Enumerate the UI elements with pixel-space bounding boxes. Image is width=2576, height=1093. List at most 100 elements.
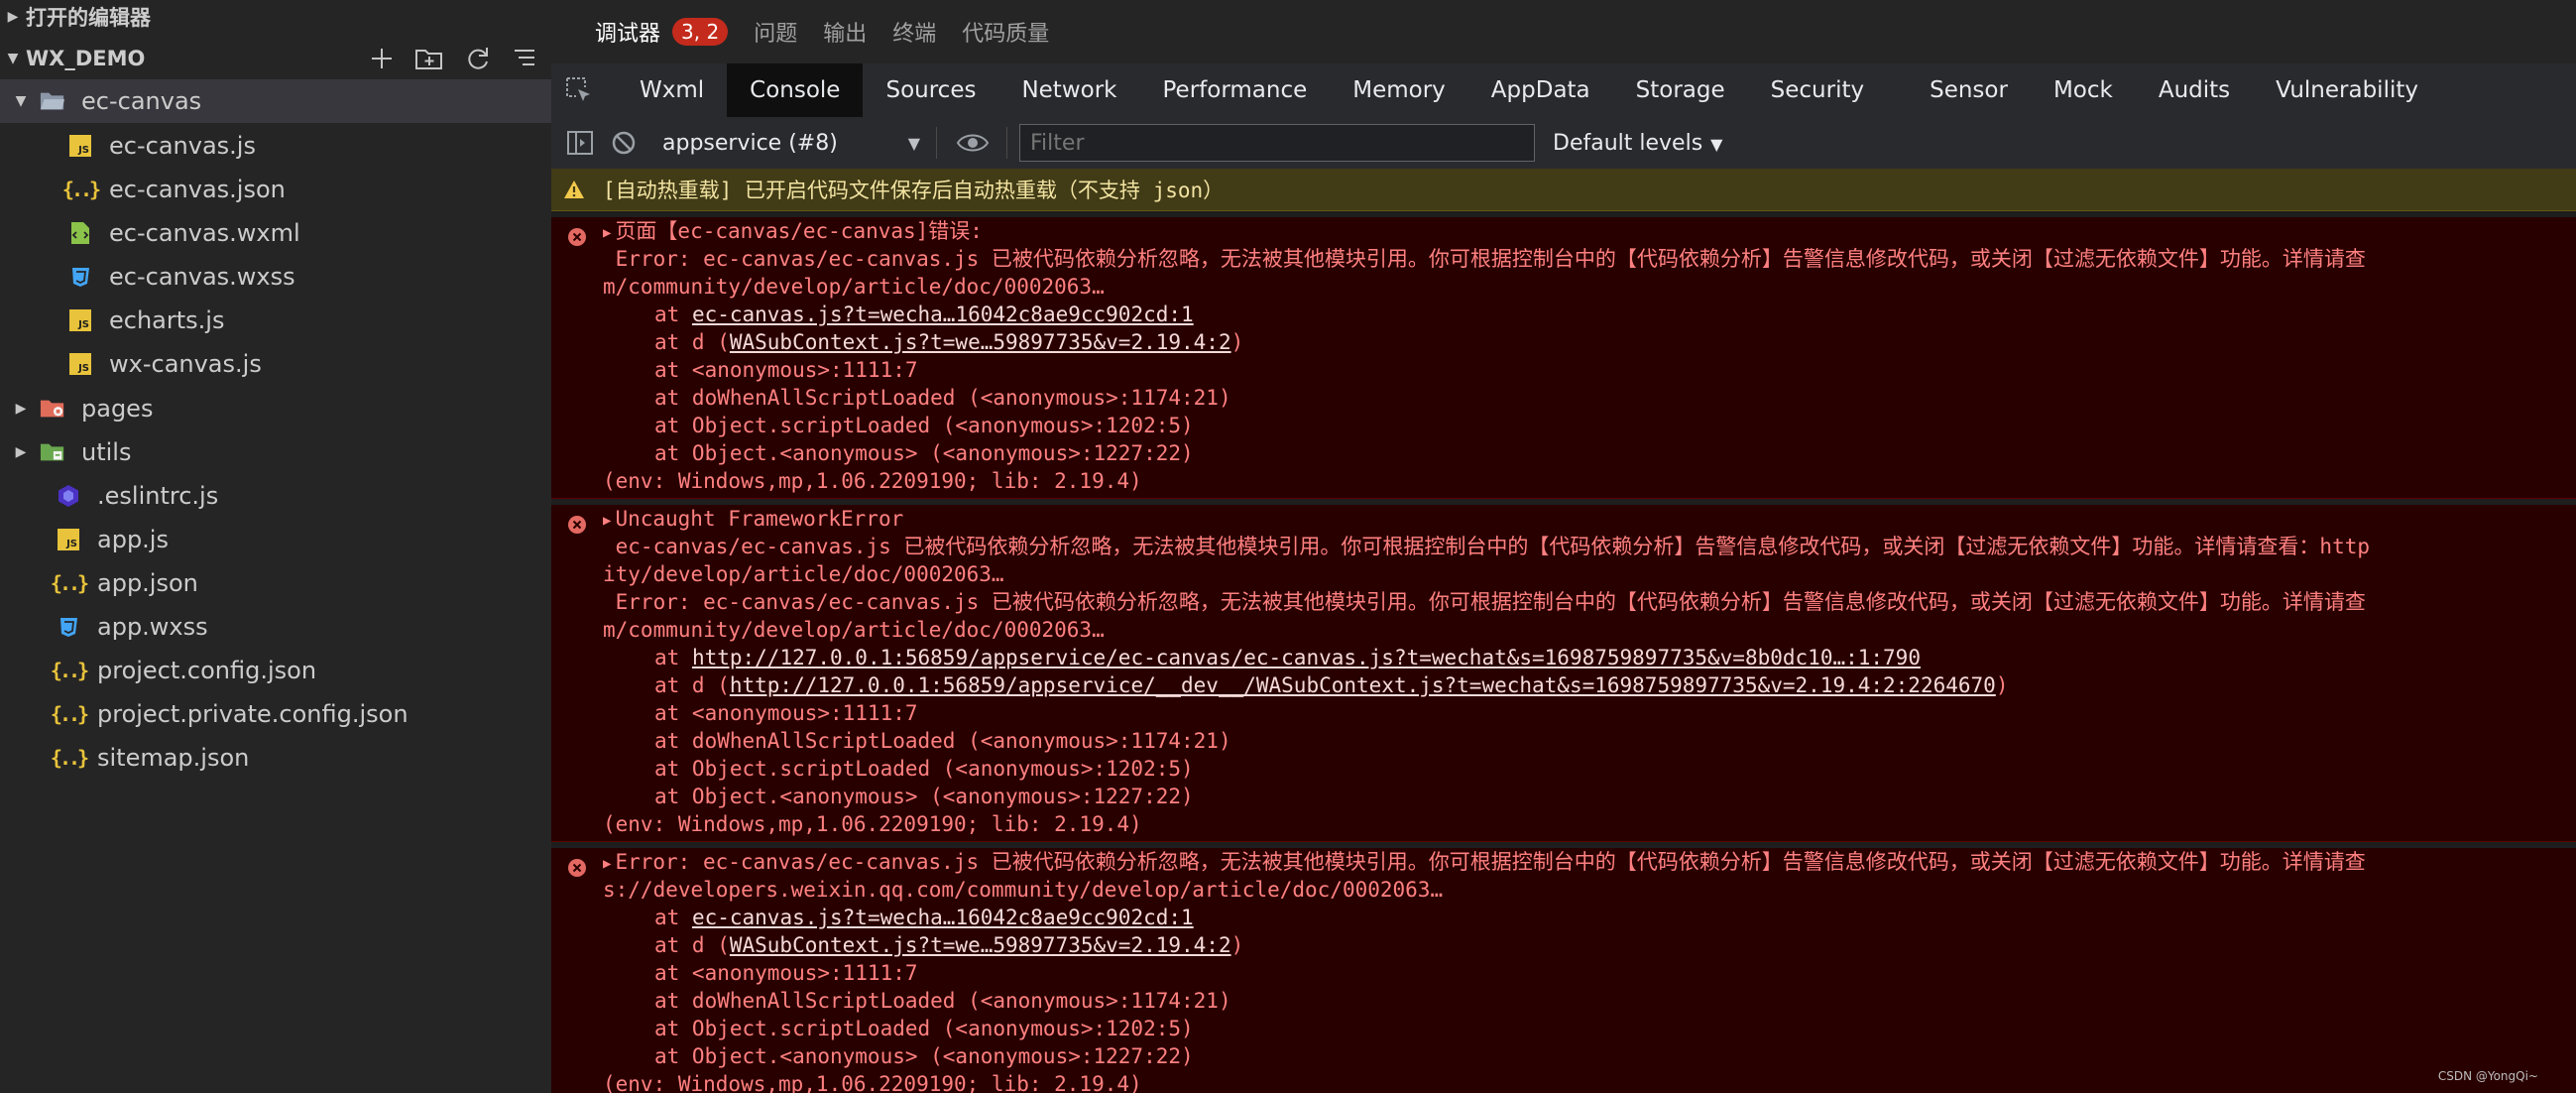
stack-frame: at doWhenAllScriptLoaded (<anonymous>:11… <box>551 727 2576 755</box>
filter-input[interactable] <box>1019 124 1535 162</box>
tab-output[interactable]: 输出 <box>823 16 867 48</box>
open-editors-header[interactable]: ▶ 打开的编辑器 <box>0 0 551 34</box>
tab-sources[interactable]: Sources <box>863 63 998 117</box>
tree-item[interactable]: {..} project.private.config.json <box>0 692 551 736</box>
stack-frame-link[interactable]: ec-canvas.js?t=wecha…16042c8ae9cc902cd:1 <box>692 303 1194 326</box>
tab-storage[interactable]: Storage <box>1613 63 1748 117</box>
error-message-line: ec-canvas/ec-canvas.js 已被代码依赖分析忽略，无法被其他模… <box>603 535 2370 558</box>
error-message-line: ity/develop/article/doc/0002063… <box>603 562 1004 586</box>
stack-frame-text: at <anonymous>:1111:7 <box>654 358 918 382</box>
env-info: (env: Windows,mp,1.06.2209190; lib: 2.19… <box>603 469 1142 493</box>
open-editors-label: 打开的编辑器 <box>26 6 151 30</box>
stack-frame-link[interactable]: http://127.0.0.1:56859/appservice/ec-can… <box>692 646 1921 669</box>
console-output[interactable]: [自动热重载] 已开启代码文件保存后自动热重载（不支持 json） ▶ 页面【ec… <box>551 169 2576 1093</box>
tree-item[interactable]: JS app.js <box>0 518 551 561</box>
error-message-line: m/community/develop/article/doc/0002063… <box>603 618 1105 642</box>
stack-frame: at Object.<anonymous> (<anonymous>:1227:… <box>551 1042 2576 1070</box>
eslint-file-icon <box>56 483 81 509</box>
utils-folder-icon <box>40 439 65 465</box>
chevron-down-icon: ▼ <box>7 51 19 66</box>
stack-frame-text: at d ( <box>654 330 730 354</box>
tree-item[interactable]: ec-canvas.wxss <box>0 255 551 299</box>
tab-mock[interactable]: Mock <box>2031 63 2136 117</box>
tab-network[interactable]: Network <box>998 63 1139 117</box>
stack-frame: at Object.<anonymous> (<anonymous>:1227:… <box>551 439 2576 467</box>
explorer-sidebar: ▶ 打开的编辑器 ▼ WX_DEMO ▼ ec-canvas JS ec-canvas… <box>0 0 551 1093</box>
stack-frame-text: at doWhenAllScriptLoaded (<anonymous>:11… <box>654 729 1231 753</box>
new-file-icon[interactable] <box>369 46 395 71</box>
tree-item[interactable]: JS ec-canvas.js <box>0 124 551 168</box>
stack-frame: at <anonymous>:1111:7 <box>551 959 2576 987</box>
tree-item[interactable]: ▼ ec-canvas <box>0 79 551 123</box>
toolbar-divider <box>1006 127 1007 159</box>
stack-frame-text: at <anonymous>:1111:7 <box>654 961 918 985</box>
new-folder-icon[interactable] <box>414 46 444 71</box>
inspect-element-icon[interactable] <box>551 63 607 117</box>
stack-frame-text: at d ( <box>654 673 730 697</box>
stack-frame-text: at Object.<anonymous> (<anonymous>:1227:… <box>654 1044 1194 1068</box>
tab-terminal[interactable]: 终端 <box>892 16 936 48</box>
console-error-message: ▶ Error: ec-canvas/ec-canvas.js 已被代码依赖分析忽… <box>551 848 2576 1093</box>
tree-item[interactable]: ec-canvas.wxml <box>0 211 551 255</box>
refresh-icon[interactable] <box>464 45 492 72</box>
json-file-icon: {..} <box>50 746 89 770</box>
tab-security[interactable]: Security <box>1748 63 1887 117</box>
tree-item[interactable]: {..} sitemap.json <box>0 736 551 780</box>
json-file-icon: {..} <box>50 702 89 726</box>
log-levels-dropdown[interactable]: Default levels ▼ <box>1553 131 1722 156</box>
tab-vulnerability[interactable]: Vulnerability <box>2253 63 2441 117</box>
tab-code-quality[interactable]: 代码质量 <box>962 16 1049 48</box>
stack-frame: at Object.scriptLoaded (<anonymous>:1202… <box>551 412 2576 439</box>
tree-item[interactable]: {..} app.json <box>0 561 551 605</box>
tree-item[interactable]: ▶ utils <box>0 430 551 474</box>
tab-problems[interactable]: 问题 <box>754 16 797 48</box>
expand-triangle-icon[interactable]: ▶ <box>603 856 611 872</box>
error-header[interactable]: ▶ 页面【ec-canvas/ec-canvas]错误: <box>551 217 2576 245</box>
tab-performance[interactable]: Performance <box>1140 63 1331 117</box>
tree-item[interactable]: {..} project.config.json <box>0 649 551 692</box>
tree-item-label: project.config.json <box>97 657 317 684</box>
tab-memory[interactable]: Memory <box>1330 63 1468 117</box>
tree-item[interactable]: ▶ pages <box>0 387 551 430</box>
tree-item[interactable]: JS wx-canvas.js <box>0 342 551 386</box>
stack-frame-link[interactable]: WASubContext.js?t=we…59897735&v=2.19.4:2 <box>730 330 1231 354</box>
markup-file-icon <box>67 220 93 246</box>
stack-frame-link[interactable]: WASubContext.js?t=we…59897735&v=2.19.4:2 <box>730 933 1231 957</box>
error-icon <box>567 227 587 247</box>
stack-frame-link[interactable]: ec-canvas.js?t=wecha…16042c8ae9cc902cd:1 <box>692 906 1194 929</box>
tab-debugger-label: 调试器 <box>595 22 661 47</box>
stack-frame: at d (http://127.0.0.1:56859/appservice/… <box>551 671 2576 699</box>
error-header[interactable]: ▶ Error: ec-canvas/ec-canvas.js 已被代码依赖分析忽… <box>551 848 2576 876</box>
tab-debugger[interactable]: 调试器 3, 2 <box>595 16 729 48</box>
stack-frame-link[interactable]: http://127.0.0.1:56859/appservice/__dev_… <box>730 673 1996 697</box>
error-message-line: m/community/develop/article/doc/0002063… <box>603 275 1105 299</box>
tab-appdata[interactable]: AppData <box>1468 63 1613 117</box>
tab-audits[interactable]: Audits <box>2136 63 2253 117</box>
tree-item[interactable]: app.wxss <box>0 605 551 649</box>
tree-item[interactable]: .eslintrc.js <box>0 474 551 518</box>
error-header[interactable]: ▶ Uncaught FrameworkError <box>551 505 2576 533</box>
project-header[interactable]: ▼ WX_DEMO <box>0 42 551 75</box>
clear-console-icon[interactable] <box>609 128 639 158</box>
tree-item-label: ec-canvas.js <box>109 132 256 160</box>
sidebar-toggle-icon[interactable] <box>565 128 595 158</box>
expand-triangle-icon[interactable]: ▶ <box>603 225 611 241</box>
warning-icon <box>563 180 589 199</box>
tree-item-label: app.json <box>97 569 198 597</box>
tab-console[interactable]: Console <box>727 63 864 117</box>
expand-triangle-icon[interactable]: ▶ <box>603 513 611 529</box>
stack-frame: at d (WASubContext.js?t=we…59897735&v=2.… <box>551 931 2576 959</box>
tab-sensor[interactable]: Sensor <box>1907 63 2031 117</box>
dropdown-caret-icon: ▼ <box>1710 134 1723 154</box>
tab-wxml[interactable]: Wxml <box>617 63 727 117</box>
context-select[interactable]: appservice (#8) ▼ <box>662 131 920 156</box>
tree-item[interactable]: {..} ec-canvas.json <box>0 168 551 211</box>
devtools-pane: 调试器 3, 2 问题 输出 终端 代码质量 Wxml Console Source… <box>551 0 2576 1093</box>
project-name: WX_DEMO <box>26 47 146 70</box>
tree-item[interactable]: JS echarts.js <box>0 299 551 342</box>
pages-folder-icon <box>40 396 65 422</box>
collapse-all-icon[interactable] <box>512 46 537 71</box>
log-levels-label: Default levels <box>1553 130 1703 156</box>
eye-icon[interactable] <box>955 128 991 158</box>
tree-item-label: ec-canvas.json <box>109 176 286 203</box>
